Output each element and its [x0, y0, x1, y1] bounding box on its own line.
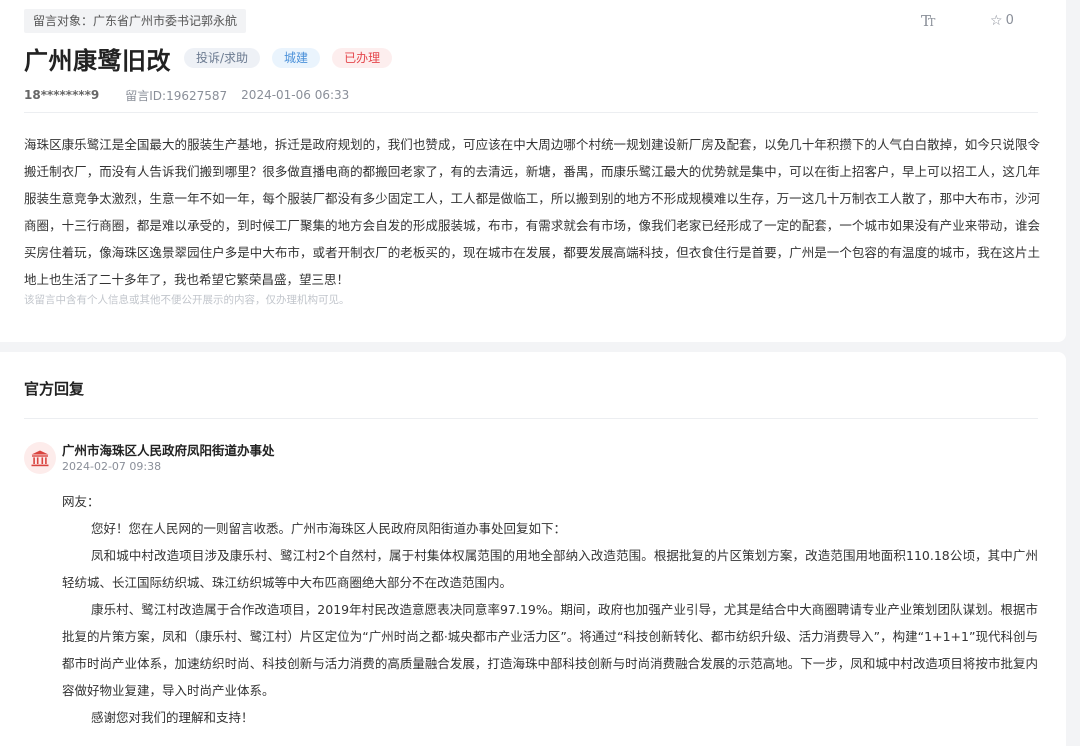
- reply-heading: 官方回复: [24, 380, 85, 398]
- divider: [24, 112, 1038, 113]
- message-target: 留言对象：广东省广州市委书记郭永航: [24, 9, 247, 33]
- privacy-note: 该留言中含有个人信息或其他不便公开展示的内容，仅办理机构可见。: [24, 294, 350, 306]
- reply-salutation: 网友：: [62, 494, 100, 509]
- reply-datetime: 2024-02-07 09:38: [62, 460, 162, 473]
- message-target-label: 留言对象：: [33, 14, 94, 28]
- message-id: 留言ID:19627587: [125, 88, 228, 103]
- reply-paragraph: 您好！您在人民网的一则留言收悉。广州市海珠区人民政府凤阳街道办事处回复如下：: [91, 521, 567, 536]
- author-phone: 18********9: [24, 88, 100, 102]
- government-building-icon: [24, 442, 56, 474]
- message-meta: 18********9 留言ID:19627587 2024-01-06 06:…: [24, 86, 349, 104]
- message-card: 留言对象：广东省广州市委书记郭永航 TT ☆ 0 广州康鹭旧改 投诉/求助 城建…: [0, 0, 1066, 342]
- reply-paragraph: 感谢您对我们的理解和支持！: [91, 710, 254, 725]
- message-datetime: 2024-01-06 06:33: [241, 88, 350, 102]
- star-outline-icon: ☆: [990, 12, 1003, 29]
- reply-body: 网友： 您好！您在人民网的一则留言收悉。广州市海珠区人民政府凤阳街道办事处回复如…: [62, 488, 1038, 731]
- reply-org-name: 广州市海珠区人民政府凤阳街道办事处: [62, 443, 275, 458]
- domain-tag[interactable]: 城建: [272, 48, 321, 68]
- reply-paragraph: 凤和城中村改造项目涉及康乐村、鹭江村2个自然村，属于村集体权属范围的用地全部纳入…: [62, 548, 1038, 590]
- category-tag[interactable]: 投诉/求助: [184, 48, 261, 68]
- divider: [24, 418, 1038, 419]
- message-body: 海珠区康乐鹭江是全国最大的服装生产基地，拆迁是政府规划的，我们也赞成，可应该在中…: [24, 137, 1040, 287]
- favorite-count: 0: [1005, 13, 1014, 28]
- status-badge: 已办理: [332, 48, 393, 68]
- page-title: 广州康鹭旧改: [24, 46, 171, 75]
- favorite-button[interactable]: ☆ 0: [990, 13, 1014, 28]
- title-row: 广州康鹭旧改 投诉/求助 城建 已办理: [24, 42, 404, 75]
- reply-paragraph: 康乐村、鹭江村改造属于合作改造项目，2019年村民改造意愿表决同意率97.19%…: [62, 602, 1038, 698]
- text-size-icon[interactable]: TT: [921, 12, 936, 30]
- message-target-name: 广东省广州市委书记郭永航: [93, 14, 238, 28]
